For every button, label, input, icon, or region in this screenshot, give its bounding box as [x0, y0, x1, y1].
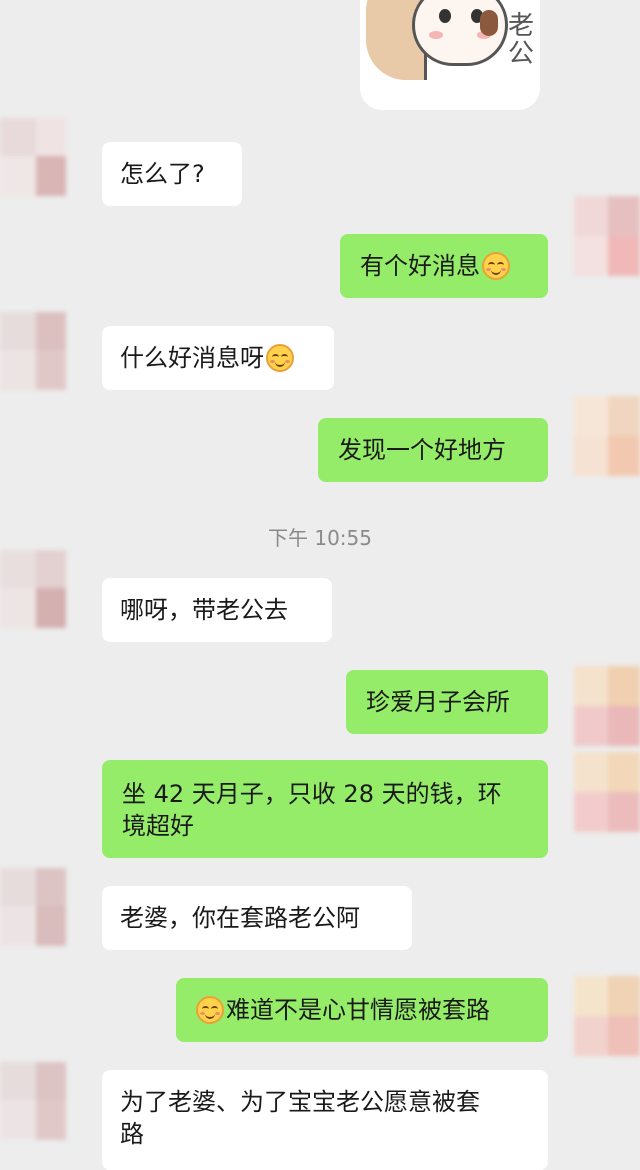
smiling-emoji-icon — [266, 344, 294, 372]
message-text: 坐 42 天月子，只收 28 天的钱，环 境超好 — [122, 780, 502, 840]
message-bubble-outgoing[interactable]: 坐 42 天月子，只收 28 天的钱，环 境超好 — [102, 760, 548, 858]
avatar-right-2[interactable] — [574, 396, 640, 480]
chat-timestamp: 下午 10:55 — [268, 526, 372, 550]
message-text: 珍爱月子会所 — [366, 688, 510, 716]
avatar-right-1[interactable] — [574, 196, 640, 280]
avatar-right-5[interactable] — [574, 976, 640, 1060]
message-text: 为了老婆、为了宝宝老公愿意被套 路 — [120, 1088, 480, 1148]
smiling-emoji-icon — [196, 996, 224, 1024]
message-text: 难道不是心甘情愿被套路 — [226, 996, 490, 1024]
sticker-caption: 老公 — [508, 11, 535, 69]
message-bubble-incoming[interactable]: 怎么了? — [102, 142, 242, 206]
sticker-hair-bun — [480, 10, 498, 36]
smiling-emoji-icon — [482, 252, 510, 280]
avatar-right-3[interactable] — [574, 666, 640, 750]
avatar-left-2[interactable] — [0, 312, 66, 396]
message-bubble-incoming[interactable]: 老婆，你在套路老公阿 — [102, 886, 412, 950]
sticker-eye-left — [439, 9, 451, 23]
avatar-left-5[interactable] — [0, 1062, 66, 1146]
message-text: 什么好消息呀 — [120, 344, 264, 372]
message-bubble-incoming[interactable]: 哪呀，带老公去 — [102, 578, 332, 642]
avatar-right-4[interactable] — [574, 752, 640, 836]
message-text: 有个好消息 — [360, 252, 480, 280]
message-bubble-outgoing[interactable]: 珍爱月子会所 — [346, 670, 548, 734]
sticker-cheek-left — [429, 31, 443, 39]
avatar-left-3[interactable] — [0, 550, 66, 634]
chat-window: 老公 怎么了? 有个好消息 什么好消息呀 发现一个好地方 下午 10:55 哪呀… — [0, 0, 640, 1170]
message-text: 怎么了? — [120, 160, 205, 188]
message-text: 哪呀，带老公去 — [120, 596, 288, 624]
message-bubble-incoming[interactable]: 为了老婆、为了宝宝老公愿意被套 路 — [102, 1070, 548, 1170]
avatar-left-4[interactable] — [0, 868, 66, 952]
message-text: 老婆，你在套路老公阿 — [120, 904, 360, 932]
message-bubble-outgoing[interactable]: 有个好消息 — [340, 234, 548, 298]
message-bubble-incoming[interactable]: 什么好消息呀 — [102, 326, 334, 390]
message-bubble-outgoing[interactable]: 发现一个好地方 — [318, 418, 548, 482]
message-bubble-outgoing[interactable]: 难道不是心甘情愿被套路 — [176, 978, 548, 1042]
message-text: 发现一个好地方 — [338, 436, 506, 464]
avatar-left-1[interactable] — [0, 118, 66, 202]
